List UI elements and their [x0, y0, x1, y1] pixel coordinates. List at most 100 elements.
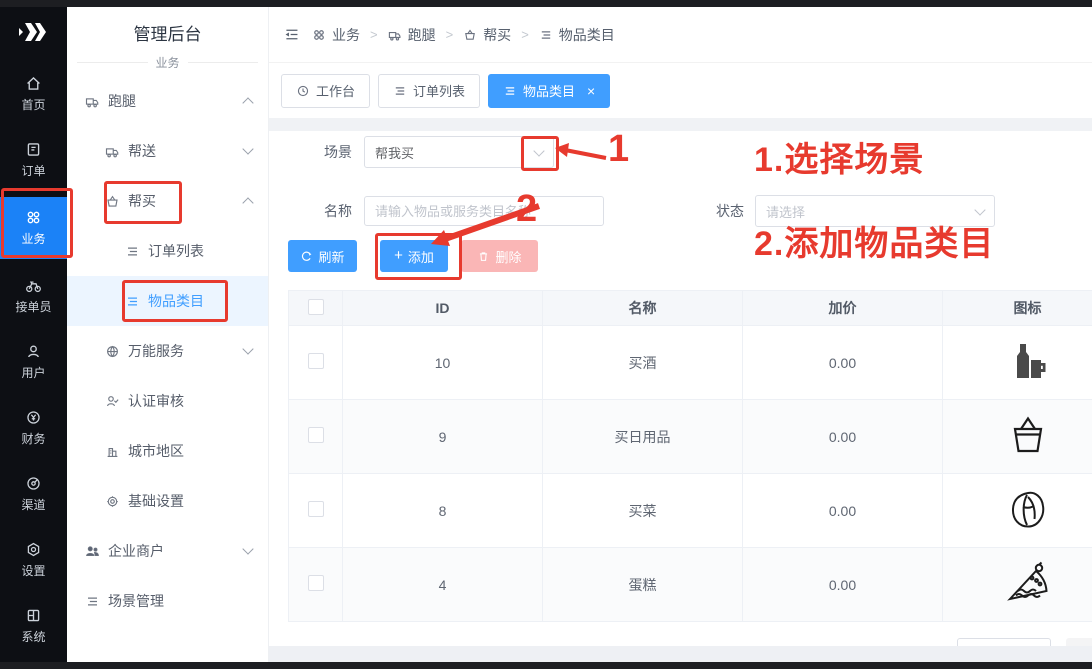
chevron-up-icon[interactable]	[242, 197, 253, 208]
bike-icon	[25, 277, 42, 294]
cell-name: 蛋糕	[543, 548, 743, 622]
row-checkbox[interactable]	[308, 427, 324, 443]
table-row[interactable]: 10 买酒 0.00	[289, 326, 1092, 400]
sidebar-item-home[interactable]: 首页	[0, 65, 67, 123]
finance-icon	[25, 409, 42, 426]
city-icon	[105, 444, 120, 459]
divider	[188, 62, 259, 63]
bottom-gap	[269, 646, 1092, 662]
page-size-select[interactable]: 20条/页	[957, 638, 1051, 646]
prev-page-button[interactable]: ‹	[1066, 638, 1092, 646]
breadcrumb-item-item-categories[interactable]: 物品类目	[539, 25, 615, 45]
window-top-edge	[0, 0, 1092, 7]
name-input[interactable]	[364, 196, 604, 226]
breadcrumb-item-business[interactable]: 业务	[312, 25, 360, 45]
chevron-down-icon[interactable]	[242, 543, 253, 554]
menu-item-label: 跑腿	[108, 91, 136, 111]
cell-markup: 0.00	[743, 326, 943, 400]
categories-table: ID 名称 加价 图标 10 买酒 0.00	[288, 290, 1092, 622]
status-label: 状态	[704, 201, 755, 221]
menu-item-label: 基础设置	[128, 491, 184, 511]
row-checkbox[interactable]	[308, 353, 324, 369]
sidebar-item-settings[interactable]: 设置	[0, 531, 67, 589]
table-row[interactable]: 8 买菜 0.00	[289, 474, 1092, 548]
menu-item-label: 订单列表	[148, 241, 204, 261]
breadcrumb-item-bangmai[interactable]: 帮买	[463, 25, 511, 45]
app-title: 管理后台	[67, 20, 268, 45]
tab-order-list[interactable]: 订单列表	[378, 74, 480, 108]
app-logo-icon[interactable]	[19, 21, 49, 43]
breadcrumb-item-paotui[interactable]: 跑腿	[388, 25, 436, 45]
row-checkbox[interactable]	[308, 501, 324, 517]
tab-workbench[interactable]: 工作台	[281, 74, 370, 108]
chevron-down-icon	[533, 145, 544, 156]
refresh-button[interactable]: 刷新	[288, 240, 357, 272]
sidebar-item-system[interactable]: 系统	[0, 597, 67, 655]
plus-icon: +	[394, 247, 403, 264]
cell-id: 9	[343, 400, 543, 474]
cell-name: 买酒	[543, 326, 743, 400]
scene-label: 场景	[288, 142, 364, 162]
tab-close-icon[interactable]: ×	[587, 83, 595, 99]
menu-item-enterprise-merchants[interactable]: 企业商户	[67, 526, 268, 576]
menu-item-item-categories[interactable]: 物品类目	[67, 276, 268, 326]
sidebar-item-finance[interactable]: 财务	[0, 399, 67, 457]
row-checkbox[interactable]	[308, 575, 324, 591]
chevron-up-icon[interactable]	[242, 97, 253, 108]
daily-goods-icon	[1006, 413, 1050, 457]
menu-item-label: 帮送	[128, 141, 156, 161]
wine-icon	[1006, 339, 1050, 383]
sidebar-item-label: 业务	[21, 230, 45, 247]
vegetable-icon	[1006, 487, 1050, 531]
sidebar-collapse-icon[interactable]	[283, 26, 300, 43]
add-button[interactable]: + 添加	[380, 240, 448, 272]
cell-name: 买菜	[543, 474, 743, 548]
table-row[interactable]: 4 蛋糕 0.00	[289, 548, 1092, 622]
sidebar-item-orders[interactable]: 订单	[0, 131, 67, 189]
system-icon	[25, 607, 42, 624]
chevron-down-icon[interactable]	[242, 143, 253, 154]
menu-item-scene-management[interactable]: 场景管理	[67, 576, 268, 626]
truck-icon	[85, 94, 100, 109]
cake-icon	[1005, 561, 1051, 605]
menu-item-order-list[interactable]: 订单列表	[67, 226, 268, 276]
cell-markup: 0.00	[743, 400, 943, 474]
sidebar-item-label: 接单员	[15, 298, 51, 315]
secondary-sidebar: 管理后台 业务 跑腿 帮送	[67, 7, 269, 662]
pagination: 共 4 条 20条/页 ‹	[288, 638, 1092, 646]
sidebar-item-label: 系统	[21, 628, 45, 645]
scene-select[interactable]: 帮我买	[364, 136, 554, 168]
content-gap	[269, 118, 1092, 131]
chevron-down-icon[interactable]	[242, 343, 253, 354]
tab-bar: 工作台 订单列表 物品类目 ×	[269, 63, 1092, 118]
gear-icon	[105, 494, 120, 509]
menu-item-bangsong[interactable]: 帮送	[67, 126, 268, 176]
menu-item-bangmai[interactable]: 帮买	[67, 176, 268, 226]
sidebar-item-label: 财务	[21, 430, 45, 447]
status-select[interactable]: 请选择	[755, 195, 995, 227]
sidebar-item-couriers[interactable]: 接单员	[0, 267, 67, 325]
divider	[77, 62, 148, 63]
select-all-checkbox[interactable]	[308, 299, 324, 315]
window-bottom-edge	[0, 662, 1092, 669]
name-label: 名称	[288, 201, 364, 221]
main-area: 业务 > 跑腿 > 帮买 > 物品类目	[269, 7, 1092, 662]
menu-item-verification[interactable]: 认证审核	[67, 376, 268, 426]
menu-item-label: 场景管理	[108, 591, 164, 611]
sidebar-item-business[interactable]: 业务	[0, 197, 67, 259]
delete-button[interactable]: 删除	[461, 240, 538, 272]
sidebar-item-label: 用户	[21, 364, 45, 381]
menu-item-city-regions[interactable]: 城市地区	[67, 426, 268, 476]
home-icon	[25, 75, 42, 92]
menu-item-paotui[interactable]: 跑腿	[67, 76, 268, 126]
content-card: 场景 帮我买 名称 状态 请选择	[269, 131, 1092, 646]
cell-id: 10	[343, 326, 543, 400]
sidebar-item-channels[interactable]: 渠道	[0, 465, 67, 523]
tab-item-categories[interactable]: 物品类目 ×	[488, 74, 610, 108]
table-header-row: ID 名称 加价 图标	[289, 291, 1092, 326]
sidebar-item-users[interactable]: 用户	[0, 333, 67, 391]
menu-item-basic-settings[interactable]: 基础设置	[67, 476, 268, 526]
table-row[interactable]: 9 买日用品 0.00	[289, 400, 1092, 474]
menu-item-universal-services[interactable]: 万能服务	[67, 326, 268, 376]
app-window: 首页 订单 业务 接单员	[0, 0, 1092, 669]
